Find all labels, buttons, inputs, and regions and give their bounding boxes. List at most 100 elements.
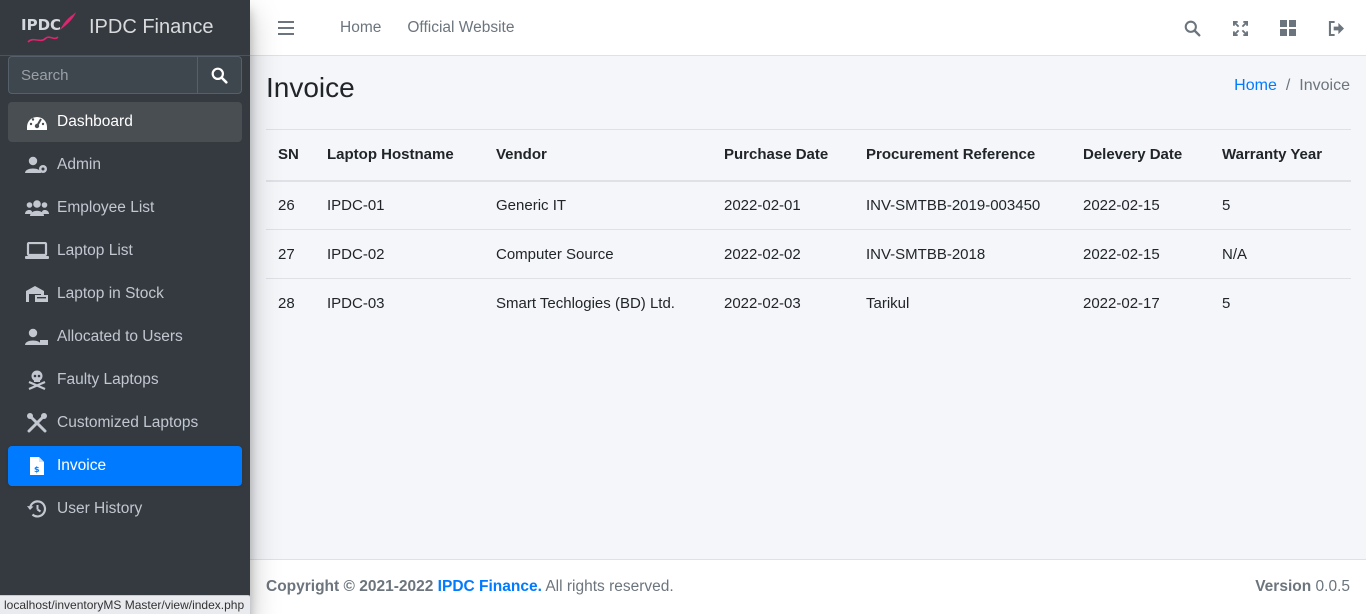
table-header-row: SN Laptop Hostname Vendor Purchase Date …: [266, 129, 1351, 182]
rights-text: All rights reserved.: [545, 578, 674, 595]
sidebar-item-customized-laptops[interactable]: Customized Laptops: [8, 403, 242, 443]
cell-sn: 26: [266, 180, 315, 230]
top-navbar: Home Official Website: [250, 0, 1366, 56]
cell-warranty-year: 5: [1210, 180, 1351, 230]
sidebar-item-label: Allocated to Users: [57, 328, 183, 345]
invoice-table: SN Laptop Hostname Vendor Purchase Date …: [266, 129, 1351, 328]
column-header-purchase-date: Purchase Date: [712, 129, 854, 182]
cell-purchase-date: 2022-02-03: [724, 294, 801, 312]
page-title: Invoice: [266, 72, 355, 103]
sidebar-item-label: Laptop List: [57, 242, 133, 259]
sign-out-icon: [1328, 20, 1344, 36]
sidebar-item-invoice[interactable]: $ Invoice: [8, 446, 242, 486]
cell-vendor: Smart Techlogies (BD) Ltd.: [496, 294, 675, 312]
breadcrumb-current: Invoice: [1299, 77, 1350, 94]
history-icon: [25, 499, 49, 519]
brand-logo: IPDC: [20, 8, 78, 48]
cell-laptop-hostname: IPDC-03: [327, 294, 385, 312]
cell-delevery-date: 2022-02-15: [1071, 180, 1210, 230]
sidebar-item-allocated-to-users[interactable]: Allocated to Users: [8, 317, 242, 357]
cell-vendor: Computer Source: [484, 229, 712, 279]
users-icon: [25, 198, 49, 218]
tools-icon: [25, 413, 49, 433]
footer-version: Version 0.0.5: [1255, 578, 1350, 596]
cell-delevery-date: 2022-02-15: [1071, 229, 1210, 279]
cell-vendor: Generic IT: [484, 180, 712, 230]
cell-procurement-reference: INV-SMTBB-2019-003450: [854, 180, 1071, 230]
sidebar-item-label: Invoice: [57, 457, 107, 474]
user-check-icon: [25, 327, 49, 347]
nav-link-home[interactable]: Home: [340, 19, 381, 37]
user-cog-icon: [25, 155, 49, 175]
table-row: 26 IPDC-01 Generic IT 2022-02-01 INV-SMT…: [266, 180, 1351, 230]
sidebar-item-faulty-laptops[interactable]: Faulty Laptops: [8, 360, 242, 400]
svg-text:$: $: [34, 465, 40, 474]
sidebar-search-button[interactable]: [197, 56, 242, 94]
column-header-sn: SN: [266, 129, 315, 182]
column-header-laptop-hostname: Laptop Hostname: [315, 129, 484, 182]
hamburger-icon: [278, 20, 294, 35]
column-header-procurement-reference: Procurement Reference: [854, 129, 1071, 182]
navbar-search-button[interactable]: [1182, 18, 1202, 38]
footer-copyright: Copyright © 2021-2022 IPDC Finance. All …: [266, 578, 674, 596]
sidebar-item-label: Customized Laptops: [57, 414, 199, 431]
sidebar-item-label: Laptop in Stock: [57, 285, 164, 302]
sidebar-item-dashboard[interactable]: Dashboard: [8, 102, 242, 142]
footer-brand-link[interactable]: IPDC Finance.: [438, 578, 542, 595]
copyright-text: Copyright © 2021-2022: [266, 578, 434, 595]
sidebar-item-employee-list[interactable]: Employee List: [8, 188, 242, 228]
sidebar-item-label: User History: [57, 500, 143, 517]
breadcrumb-home-link[interactable]: Home: [1234, 77, 1277, 95]
svg-text:IPDC: IPDC: [21, 16, 61, 34]
nav-link-official-website[interactable]: Official Website: [407, 19, 514, 37]
sidebar-item-admin[interactable]: Admin: [8, 145, 242, 185]
content-area: Invoice Home / Invoice SN Laptop Hostnam…: [250, 56, 1366, 559]
menu-toggle-button[interactable]: [270, 12, 302, 44]
sidebar-item-user-history[interactable]: User History: [8, 489, 242, 529]
tachometer-icon: [25, 112, 49, 132]
search-icon: [211, 67, 228, 84]
footer: Copyright © 2021-2022 IPDC Finance. All …: [250, 559, 1366, 614]
sidebar-item-label: Faulty Laptops: [57, 371, 159, 388]
skull-crossbones-icon: [25, 370, 49, 390]
breadcrumb-separator: /: [1285, 77, 1291, 94]
version-label: Version: [1255, 578, 1312, 595]
brand-link[interactable]: IPDC IPDC Finance: [0, 0, 250, 56]
invoice-table-container: SN Laptop Hostname Vendor Purchase Date …: [266, 129, 1351, 328]
file-invoice-icon: $: [25, 456, 49, 476]
cell-warranty-year: 5: [1222, 294, 1231, 312]
column-header-warranty-year: Warranty Year: [1210, 129, 1351, 182]
grid-icon: [1280, 20, 1296, 36]
sidebar-item-laptop-in-stock[interactable]: Laptop in Stock: [8, 274, 242, 314]
column-header-vendor: Vendor: [484, 129, 712, 182]
sidebar-search: [8, 56, 242, 96]
fullscreen-button[interactable]: [1230, 18, 1250, 38]
sidebar-item-label: Employee List: [57, 199, 155, 216]
table-row: 27 IPDC-02 Computer Source 2022-02-02 IN…: [266, 229, 1351, 279]
search-icon: [1184, 20, 1200, 36]
cell-sn: 28: [278, 294, 295, 312]
column-header-delevery-date: Delevery Date: [1071, 129, 1210, 182]
brand-name: IPDC Finance: [89, 16, 214, 38]
cell-laptop-hostname: IPDC-01: [315, 180, 484, 230]
laptop-icon: [25, 241, 49, 261]
cell-sn: 27: [266, 229, 315, 279]
browser-status-url: localhost/inventoryMS Master/view/index.…: [0, 595, 252, 614]
sidebar-item-label: Dashboard: [57, 113, 133, 130]
sidebar-menu: Dashboard Admin Employee List Laptop Lis…: [8, 102, 242, 532]
logout-button[interactable]: [1326, 18, 1346, 38]
cell-purchase-date: 2022-02-02: [712, 229, 854, 279]
version-value: 0.0.5: [1315, 578, 1350, 595]
navbar-right-icons: [1182, 0, 1346, 56]
sidebar-item-laptop-list[interactable]: Laptop List: [8, 231, 242, 271]
cell-warranty-year: N/A: [1210, 229, 1351, 279]
control-sidebar-button[interactable]: [1278, 18, 1298, 38]
sidebar-search-input[interactable]: [8, 56, 197, 94]
expand-icon: [1232, 20, 1248, 36]
cell-purchase-date: 2022-02-01: [712, 180, 854, 230]
cell-laptop-hostname: IPDC-02: [315, 229, 484, 279]
sidebar: IPDC IPDC Finance Dashboard Admin: [0, 0, 250, 614]
cell-procurement-reference: INV-SMTBB-2018: [854, 229, 1071, 279]
table-row: 28 IPDC-03 Smart Techlogies (BD) Ltd. 20…: [266, 279, 1351, 328]
sidebar-item-label: Admin: [57, 156, 101, 173]
